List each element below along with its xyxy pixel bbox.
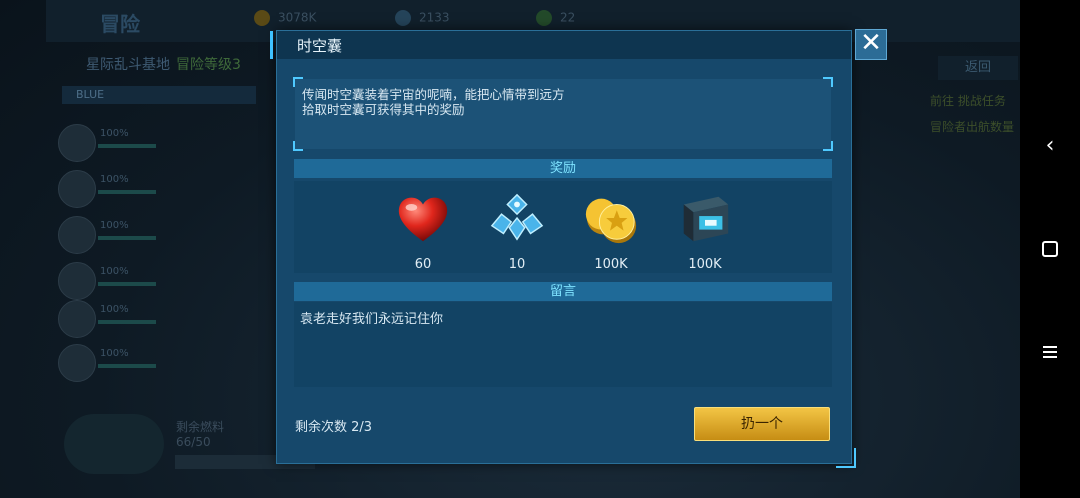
- menu-nav-icon[interactable]: [1020, 332, 1080, 372]
- task-link: 前往 挑战任务: [930, 94, 1006, 108]
- crew-row: 100%: [58, 300, 158, 340]
- crew-row: 100%: [58, 170, 158, 210]
- gold-resource: 3078K: [254, 10, 316, 26]
- gold-coin-icon: [585, 198, 637, 244]
- time-capsule-dialog: 时空囊 传闻时空囊装着宇宙的呢喃，能把心情带到远方 拾取时空囊可获得其中的奖励 …: [270, 30, 852, 464]
- crystal-icon: [490, 193, 544, 241]
- diamond-resource: 2133: [395, 10, 450, 26]
- system-nav-bar: ‹: [1020, 0, 1080, 498]
- rewards-panel: 60 10 100K 100K: [294, 181, 832, 273]
- reward-value: 100K: [594, 257, 628, 272]
- home-nav-icon[interactable]: [1020, 229, 1080, 269]
- crew-row: 100%: [58, 344, 158, 384]
- back-nav-icon[interactable]: ‹: [1020, 126, 1080, 166]
- message-header: 留言: [294, 282, 832, 301]
- close-button[interactable]: ✕: [855, 29, 887, 60]
- location-label: 星际乱斗基地 冒险等级3: [86, 57, 241, 73]
- dialog-corner-decoration: [836, 448, 856, 468]
- avatar: [58, 170, 96, 208]
- team-tab: BLUE: [62, 86, 256, 104]
- reward-item: 10: [482, 187, 552, 273]
- message-box: 袁老走好我们永远记住你: [294, 302, 832, 387]
- rewards-header: 奖励: [294, 159, 832, 178]
- reward-value: 60: [414, 257, 432, 272]
- dialog-header: 时空囊: [270, 31, 851, 59]
- reward-value: 10: [508, 257, 526, 272]
- avatar: [58, 262, 96, 300]
- energy-resource: 22: [536, 10, 575, 26]
- avatar: [58, 344, 96, 382]
- description-box: 传闻时空囊装着宇宙的呢喃，能把心情带到远方 拾取时空囊可获得其中的奖励: [293, 77, 833, 151]
- crew-count-label: 冒险者出航数量: [930, 120, 1015, 134]
- message-text: 袁老走好我们永远记住你: [300, 312, 444, 327]
- reward-item: 100K: [670, 187, 740, 273]
- header-accent: [270, 31, 273, 59]
- avatar: [58, 300, 96, 338]
- crew-row: 100%: [58, 124, 158, 164]
- close-icon: ✕: [860, 28, 882, 58]
- crew-row: 100%: [58, 262, 158, 302]
- description-line: 拾取时空囊可获得其中的奖励: [302, 102, 465, 117]
- remaining-count: 剩余次数 2/3: [295, 420, 373, 435]
- fuel-label: 剩余燃料 66/50: [176, 420, 225, 449]
- reward-item: 100K: [576, 187, 646, 273]
- dialog-title: 时空囊: [297, 37, 343, 55]
- throw-one-button[interactable]: 扔一个: [694, 407, 830, 441]
- reward-item: 60: [388, 187, 458, 273]
- crew-row: 100%: [58, 216, 158, 256]
- avatar: [58, 216, 96, 254]
- avatar: [58, 124, 96, 162]
- screen-title: 冒险: [100, 12, 140, 36]
- ship-image: [64, 414, 164, 474]
- tech-crate-icon: [683, 196, 729, 242]
- reward-value: 100K: [688, 257, 722, 272]
- heart-icon: [398, 197, 448, 242]
- back-button: 返回: [938, 56, 1018, 80]
